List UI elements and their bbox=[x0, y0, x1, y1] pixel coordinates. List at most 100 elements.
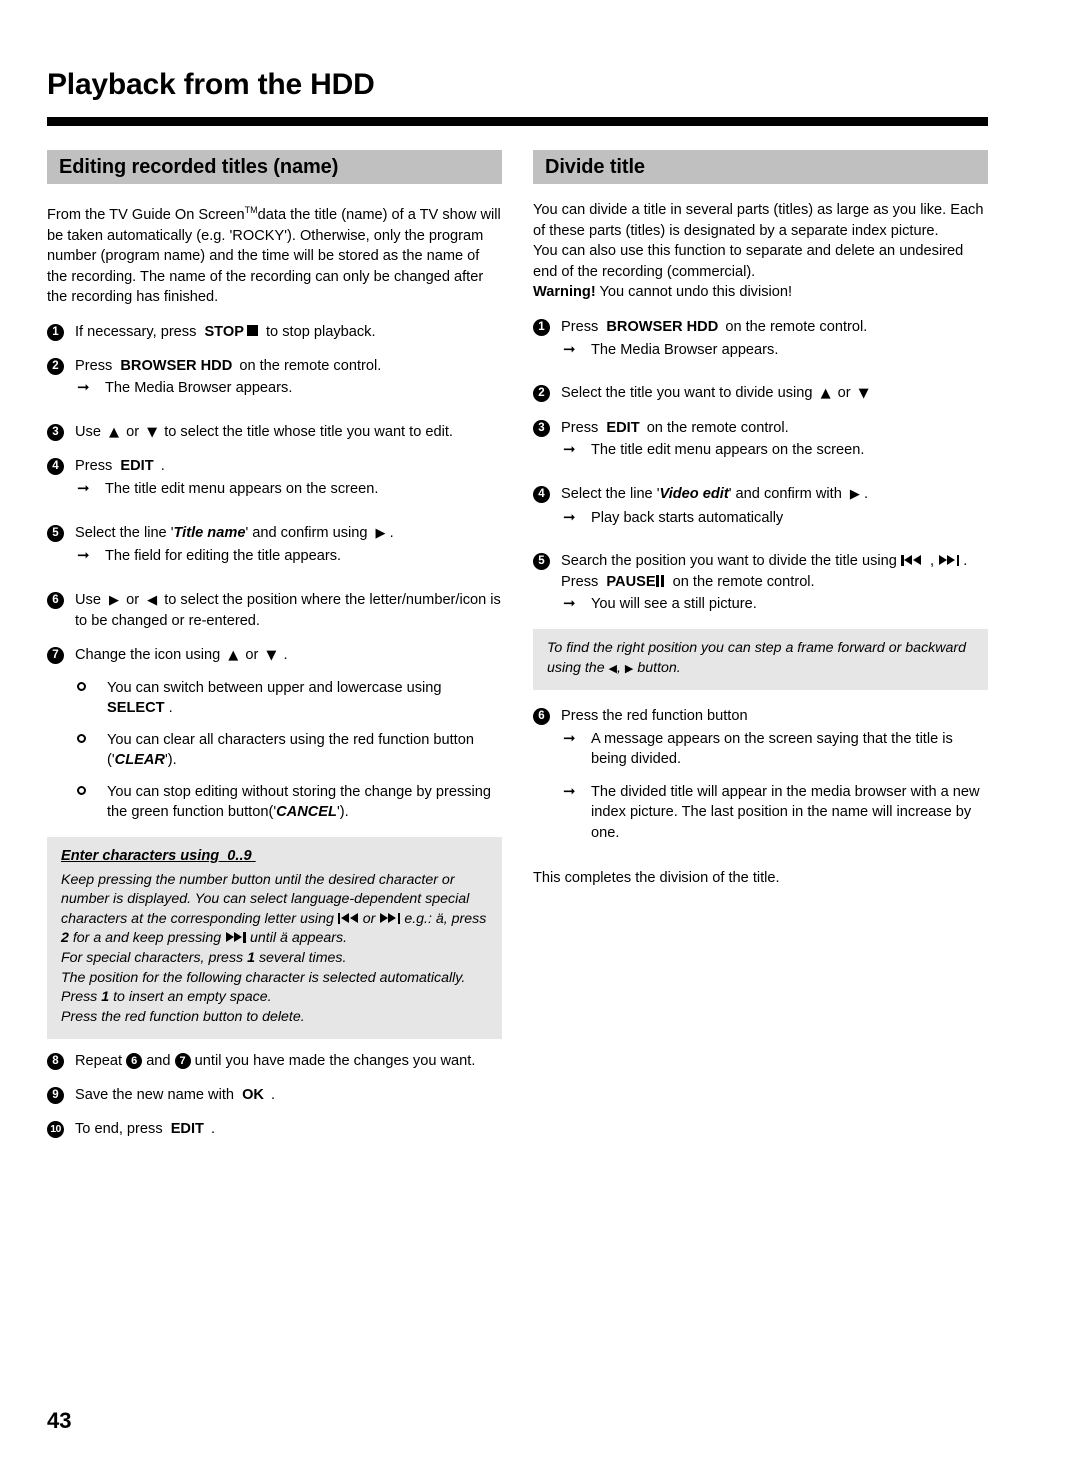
skip-forward-icon bbox=[379, 912, 401, 924]
section-heading-editing-titles: Editing recorded titles (name) bbox=[47, 150, 502, 184]
up-arrow-icon: ▲ bbox=[228, 647, 239, 663]
step-text: Select the line ' bbox=[561, 485, 660, 502]
key-label-ok: OK bbox=[242, 1087, 264, 1103]
right-arrow-icon: ▶ bbox=[849, 486, 860, 502]
step-item: 2 Select the title you want to divide us… bbox=[533, 383, 988, 405]
result-arrow-icon: ➞ bbox=[563, 440, 576, 459]
step-item: 3 Use ▲ or ▼ to select the title whose t… bbox=[47, 422, 502, 444]
tip-text-b: button. bbox=[637, 659, 681, 676]
step-number-badge: 1 bbox=[47, 323, 64, 341]
right-arrow-icon: ▶ bbox=[624, 661, 634, 675]
step-number-badge: 7 bbox=[47, 646, 64, 664]
section-heading-divide-title: Divide title bbox=[533, 150, 988, 184]
result-arrow-icon: ➞ bbox=[563, 781, 576, 800]
result-text: The title edit menu appears on the scree… bbox=[591, 442, 865, 459]
hollow-circle-bullet-icon bbox=[77, 733, 86, 743]
step-number-badge: 4 bbox=[47, 458, 64, 476]
intro-line: You can divide a title in several parts … bbox=[533, 202, 984, 239]
key-label-1: 1 bbox=[247, 950, 255, 967]
result-text: You will see a still picture. bbox=[591, 596, 757, 613]
down-arrow-icon: ▼ bbox=[147, 424, 158, 440]
result-arrow-icon: ➞ bbox=[563, 594, 576, 613]
result-text: A message appears on the screen saying t… bbox=[591, 730, 953, 768]
note-box-enter-characters: Enter characters using 0..9 Keep pressin… bbox=[47, 837, 502, 1040]
step-item: 10 To end, press EDIT . bbox=[47, 1119, 502, 1140]
result-text: The Media Browser appears. bbox=[591, 341, 779, 358]
intro-warning-line: Warning! You cannot undo this division! bbox=[533, 282, 988, 303]
step-line2-b: on the remote control. bbox=[672, 573, 815, 590]
menu-item-emphasis: Video edit bbox=[659, 485, 729, 502]
result-arrow-icon: ➞ bbox=[563, 728, 576, 747]
left-intro-paragraph: From the TV Guide On ScreenTMdata the ti… bbox=[47, 200, 502, 308]
note-text-b: e.g.: ä, press bbox=[404, 910, 487, 927]
step-text-tail: . bbox=[271, 1087, 276, 1103]
step-text-tail: to select the title whose title you want… bbox=[164, 423, 453, 440]
step-item: 6 Use ▶ or ◀ to select the position wher… bbox=[47, 590, 502, 632]
key-label-browser-hdd: BROWSER HDD bbox=[606, 318, 719, 335]
step-line2-a: Press bbox=[561, 573, 599, 590]
step-text-or: or bbox=[245, 646, 259, 663]
manual-page: Playback from the HDD Editing recorded t… bbox=[0, 0, 1080, 1473]
result-arrow-icon: ➞ bbox=[77, 378, 90, 397]
result-arrow-icon: ➞ bbox=[563, 507, 576, 526]
key-label-select: SELECT bbox=[107, 700, 165, 717]
warning-label: Warning! bbox=[533, 284, 596, 301]
page-title: Playback from the HDD bbox=[47, 68, 375, 101]
key-label-1: 1 bbox=[101, 989, 110, 1006]
key-label-edit: EDIT bbox=[120, 458, 154, 475]
result-text: Play back starts automatically bbox=[591, 509, 784, 526]
right-step-list: 1 Press BROWSER HDD on the remote contro… bbox=[533, 317, 988, 888]
note-paragraph: Press 1 to insert an empty space. bbox=[61, 988, 488, 1008]
step-item: 7 Change the icon using ▲ or ▼ . You can… bbox=[47, 645, 502, 823]
bullet-item: You can stop editing without storing the… bbox=[75, 782, 502, 823]
bullet-item: You can clear all characters using the r… bbox=[75, 730, 502, 771]
note-heading: Enter characters using 0..9 bbox=[61, 847, 488, 871]
page-number: 43 bbox=[47, 1408, 72, 1433]
bullet-text: You can switch between upper and lowerca… bbox=[107, 679, 442, 696]
step-text: Save the new name with bbox=[75, 1087, 234, 1103]
bullet-text-tail: '). bbox=[164, 752, 177, 769]
step-result: ➞ You will see a still picture. bbox=[561, 594, 988, 615]
left-arrow-icon: ◀ bbox=[147, 592, 158, 608]
step-text-tail: until you have made the changes you want… bbox=[194, 1053, 476, 1070]
warning-text: You cannot undo this division! bbox=[599, 284, 793, 301]
step-text-tail: . bbox=[211, 1120, 216, 1137]
step-result: ➞ The title edit menu appears on the scr… bbox=[561, 440, 988, 461]
result-text: The field for editing the title appears. bbox=[105, 548, 342, 565]
skip-back-icon bbox=[900, 555, 926, 567]
skip-back-icon bbox=[337, 912, 359, 924]
step-text-comma: , bbox=[930, 553, 935, 570]
note-text-a: Press bbox=[61, 989, 98, 1006]
right-arrow-icon: ▶ bbox=[375, 525, 386, 541]
left-step-list: 1 If necessary, press STOP to stop playb… bbox=[47, 322, 502, 1139]
step-text: Press the red function button bbox=[561, 708, 748, 725]
right-arrow-icon: ▶ bbox=[109, 592, 120, 608]
step-text: Select the title you want to divide usin… bbox=[561, 385, 813, 402]
step-number-badge: 6 bbox=[533, 708, 550, 726]
step-text-tail: . bbox=[389, 524, 394, 541]
bullet-text-tail: . bbox=[168, 700, 173, 717]
step-text-tail: on the remote control. bbox=[646, 419, 789, 436]
step-text-tail: to select the position where the letter/… bbox=[75, 591, 501, 630]
note-text-d: until ä appears. bbox=[250, 930, 348, 947]
step-text-mid: ' and confirm using bbox=[245, 524, 368, 541]
down-arrow-icon: ▼ bbox=[858, 386, 869, 402]
result-text: The title edit menu appears on the scree… bbox=[105, 480, 379, 497]
step-number-badge: 5 bbox=[533, 553, 550, 571]
step-item: 5 Search the position you want to divide… bbox=[533, 551, 988, 615]
tip-text-comma: , bbox=[617, 659, 621, 676]
step-text-tail: . bbox=[863, 485, 869, 502]
step-result: ➞ The Media Browser appears. bbox=[75, 378, 502, 399]
step-item: 5 Select the line 'Title name' and confi… bbox=[47, 523, 502, 567]
note-paragraph: The position for the following character… bbox=[61, 969, 466, 986]
step-text: Select the line ' bbox=[75, 524, 174, 541]
step-item: 2 Press BROWSER HDD on the remote contro… bbox=[47, 356, 502, 399]
step-number-badge: 8 bbox=[47, 1053, 64, 1071]
